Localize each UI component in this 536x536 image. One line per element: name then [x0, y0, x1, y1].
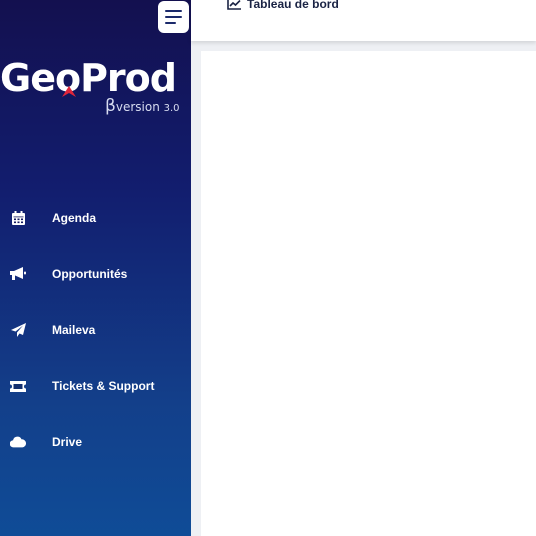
cloud-icon: [10, 434, 26, 450]
sidebar-item-label: Drive: [52, 435, 83, 449]
sidebar-item-label: Tickets & Support: [52, 379, 155, 393]
hamburger-menu-icon: [165, 10, 182, 12]
sidebar-item-agenda[interactable]: Agenda: [0, 190, 191, 246]
sidebar-item-drive[interactable]: Drive: [0, 414, 191, 470]
logo-version: βversion 3.0: [105, 96, 180, 116]
sidebar-item-label: Agenda: [52, 211, 97, 225]
sidebar-item-maileva[interactable]: Maileva: [0, 302, 191, 358]
breadcrumb-label: Tableau de bord: [247, 0, 339, 11]
sidebar-item-label: Maileva: [52, 323, 96, 337]
ticket-icon: [10, 378, 26, 394]
line-chart-icon: [227, 0, 241, 10]
sidebar: GeoProd βversion 3.0 Agenda Opportunités…: [0, 0, 191, 536]
sidebar-item-tickets-support[interactable]: Tickets & Support: [0, 358, 191, 414]
hamburger-menu-icon-bar: [165, 16, 182, 18]
main-content-panel: [201, 51, 536, 536]
sidebar-nav: Agenda Opportunités Maileva Tickets & Su…: [0, 190, 191, 470]
map-pin-icon: [62, 86, 76, 97]
megaphone-icon: [10, 266, 26, 282]
sidebar-item-opportunites[interactable]: Opportunités: [0, 246, 191, 302]
calendar-icon: [10, 210, 26, 226]
breadcrumb[interactable]: Tableau de bord: [227, 0, 339, 11]
top-bar: Tableau de bord: [191, 0, 536, 41]
paper-plane-icon: [10, 322, 26, 338]
logo-brand: GeoProd: [0, 56, 177, 100]
app-logo[interactable]: GeoProd βversion 3.0: [0, 56, 190, 116]
sidebar-item-label: Opportunités: [52, 267, 128, 281]
hamburger-menu-icon-bar: [165, 22, 176, 24]
menu-toggle-button[interactable]: [158, 1, 189, 33]
